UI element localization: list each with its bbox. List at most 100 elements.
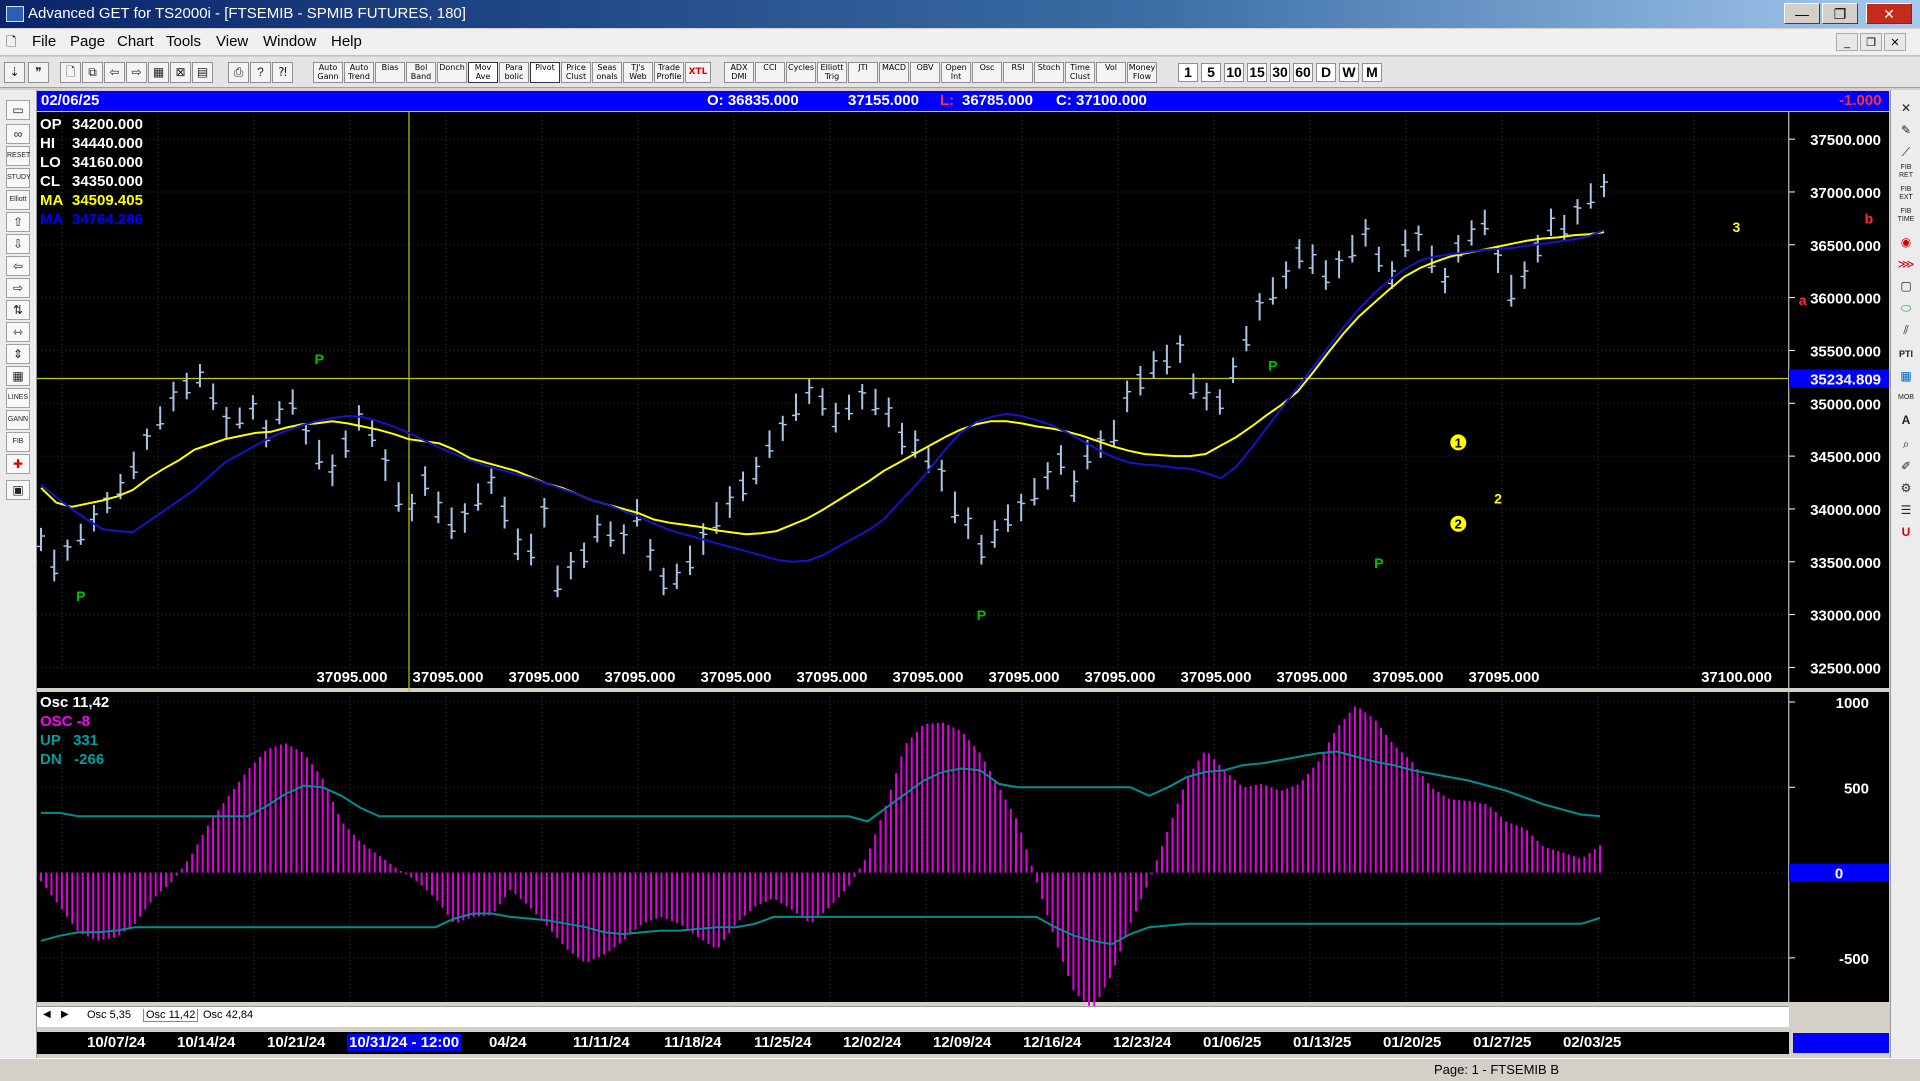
back-icon[interactable]: ⇦ — [104, 62, 125, 83]
study-button-13[interactable]: ADX DMI — [724, 62, 754, 83]
marker-icon[interactable]: ✐ — [1895, 456, 1917, 476]
tab-next-icon[interactable]: ▶ — [61, 1009, 69, 1020]
study-button-17[interactable]: JTI — [848, 62, 878, 83]
study-button-0[interactable]: Auto Gann — [313, 62, 343, 83]
interval-button-15[interactable]: 15 — [1247, 63, 1267, 82]
menu-page[interactable]: Page — [70, 33, 105, 50]
study-button-3[interactable]: Bol Band — [406, 62, 436, 83]
study-button-2[interactable]: Bias — [375, 62, 405, 83]
menu-chart[interactable]: Chart — [117, 33, 154, 50]
maximize-button[interactable]: ❐ — [1822, 3, 1858, 24]
expand-h-icon[interactable]: ⇿ — [6, 322, 30, 342]
mdi-restore-button[interactable]: ❐ — [1860, 33, 1882, 51]
study-button-5[interactable]: Mov Ave — [468, 62, 498, 83]
fib-ret-icon[interactable]: FIB RET — [1895, 164, 1917, 184]
arc-icon[interactable]: ◉ — [1895, 232, 1917, 252]
arrow-down-icon[interactable]: ⇩ — [6, 234, 30, 254]
interval-button-60[interactable]: 60 — [1293, 63, 1313, 82]
undo-icon[interactable]: U — [1895, 522, 1917, 542]
gear-icon[interactable]: ⚙ — [1895, 478, 1917, 498]
minimize-button[interactable]: — — [1784, 3, 1820, 24]
interval-button-D[interactable]: D — [1316, 63, 1336, 82]
study-button-18[interactable]: MACD — [879, 62, 909, 83]
menu-view[interactable]: View — [216, 33, 248, 50]
close-button[interactable]: ✕ — [1866, 3, 1912, 24]
study-button-19[interactable]: OBV — [910, 62, 940, 83]
lines-icon[interactable]: LINES — [6, 388, 30, 408]
tab-osc-11-42[interactable]: Osc 11,42 — [143, 1009, 199, 1022]
reset-icon[interactable]: RESET — [6, 146, 30, 166]
arrow-right-icon[interactable]: ⇨ — [6, 278, 30, 298]
trendline-icon[interactable]: ⟋ — [1895, 142, 1917, 162]
box-icon[interactable]: ▢ — [1895, 276, 1917, 296]
settings-icon[interactable]: ▣ — [6, 480, 30, 500]
tab-osc-5-35[interactable]: Osc 5,35 — [87, 1009, 132, 1021]
study-button-8[interactable]: Price Clust — [561, 62, 591, 83]
interval-button-1[interactable]: 1 — [1178, 63, 1198, 82]
arrow-left-icon[interactable]: ⇦ — [6, 256, 30, 276]
quote-icon[interactable]: ❞ — [28, 62, 49, 83]
pti-icon[interactable]: PTI — [1895, 344, 1917, 364]
fib-ext-icon[interactable]: FIB EXT — [1895, 186, 1917, 206]
print-icon[interactable]: ⎙ — [228, 62, 249, 83]
elliott-icon[interactable]: Elliott — [6, 190, 30, 210]
menu-help[interactable]: Help — [331, 33, 362, 50]
crosshair-icon[interactable]: ✚ — [6, 454, 30, 474]
table-icon[interactable]: ▦ — [1895, 366, 1917, 386]
study-button-10[interactable]: TJ's Web — [623, 62, 653, 83]
tile-icon[interactable]: ▦ — [148, 62, 169, 83]
menu-window[interactable]: Window — [263, 33, 316, 50]
study-button-11[interactable]: Trade Profile — [654, 62, 684, 83]
tab-osc-42-84[interactable]: Osc 42,84 — [203, 1009, 254, 1021]
interval-button-5[interactable]: 5 — [1201, 63, 1221, 82]
pencil-icon[interactable]: ✎ — [1895, 120, 1917, 140]
channel-icon[interactable]: ⫽ — [1895, 320, 1917, 340]
zoom-icon[interactable]: ⌕ — [1895, 434, 1917, 454]
study-button-25[interactable]: Vol — [1096, 62, 1126, 83]
mdi-close-button[interactable]: ✕ — [1884, 33, 1906, 51]
study-button-23[interactable]: Stoch — [1034, 62, 1064, 83]
fan-icon[interactable]: ⋙ — [1895, 254, 1917, 274]
close-x-icon[interactable]: ✕ — [1895, 98, 1917, 118]
interval-button-M[interactable]: M — [1362, 63, 1382, 82]
fib-icon[interactable]: FIB — [6, 432, 30, 452]
interval-button-30[interactable]: 30 — [1270, 63, 1290, 82]
study-icon[interactable]: STUDY — [6, 168, 31, 188]
grid-toggle-icon[interactable]: ▦ — [6, 366, 30, 386]
hint-icon[interactable]: ? — [250, 62, 271, 83]
compress-icon[interactable]: ⇅ — [6, 300, 30, 320]
mdi-minimize-button[interactable]: _ — [1836, 33, 1858, 51]
forward-icon[interactable]: ⇨ — [126, 62, 147, 83]
open-folder-icon[interactable]: ▭ — [6, 100, 30, 120]
study-button-20[interactable]: Open Int — [941, 62, 971, 83]
cancel-icon[interactable]: ⊠ — [170, 62, 191, 83]
fib-time-icon[interactable]: FIB TIME — [1895, 208, 1917, 228]
study-button-6[interactable]: Para bolic — [499, 62, 529, 83]
oscillator-panel[interactable]: 1000 500 0 -500 — [37, 692, 1889, 1007]
study-button-7[interactable]: Pivot — [530, 62, 560, 83]
study-button-24[interactable]: Time Clust — [1065, 62, 1095, 83]
study-button-16[interactable]: Elliott Trig — [817, 62, 847, 83]
pointer-tool-icon[interactable]: ⇣ — [4, 62, 25, 83]
gann-icon[interactable]: GANN — [6, 410, 30, 430]
mob-icon[interactable]: MOB — [1895, 388, 1917, 408]
text-tool-icon[interactable]: A — [1895, 410, 1917, 430]
ellipse-icon[interactable]: ⬭ — [1895, 298, 1917, 318]
binoculars-icon[interactable]: ∞ — [6, 124, 30, 144]
interval-button-10[interactable]: 10 — [1224, 63, 1244, 82]
arrow-up-icon[interactable]: ⇧ — [6, 212, 30, 232]
chart-area[interactable]: 37500.000 37000.000 36500.000 36000.000 3550… — [37, 112, 1890, 1080]
study-button-4[interactable]: Donch — [437, 62, 467, 83]
list-icon[interactable]: ☰ — [1895, 500, 1917, 520]
menu-file[interactable]: File — [32, 33, 56, 50]
context-help-icon[interactable]: ⁈ — [272, 62, 293, 83]
study-button-9[interactable]: Seas onals — [592, 62, 622, 83]
study-button-26[interactable]: Money Flow — [1127, 62, 1157, 83]
new-page-icon[interactable]: 🗋 — [60, 62, 81, 83]
expand-v-icon[interactable]: ⇕ — [6, 344, 30, 364]
date-axis-scroll[interactable] — [1793, 1033, 1889, 1053]
tab-prev-icon[interactable]: ◀ — [43, 1009, 51, 1020]
study-button-21[interactable]: Osc — [972, 62, 1002, 83]
menu-tools[interactable]: Tools — [166, 33, 201, 50]
study-button-1[interactable]: Auto Trend — [344, 62, 374, 83]
